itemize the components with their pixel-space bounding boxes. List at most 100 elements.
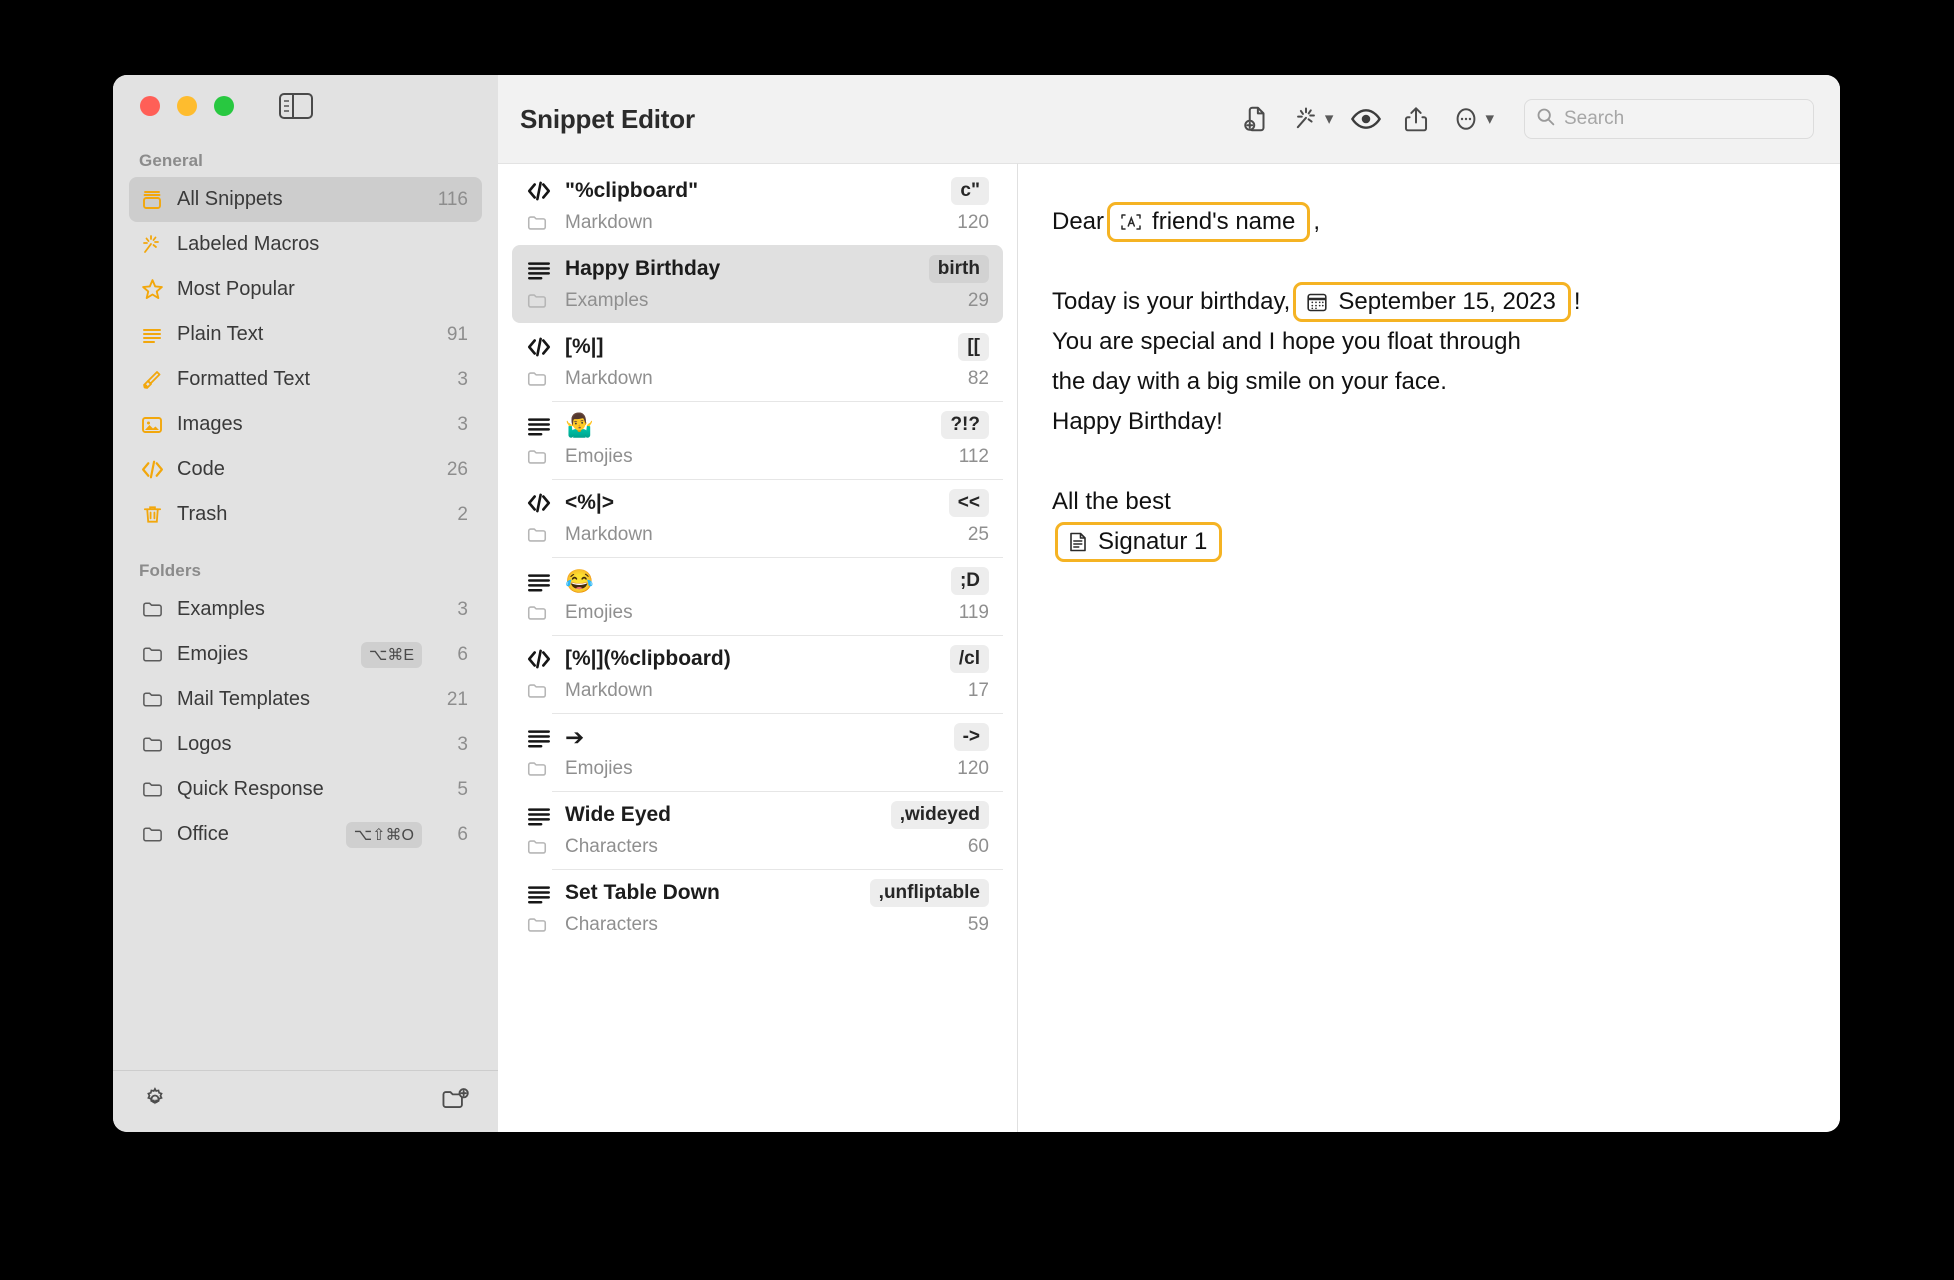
- close-button[interactable]: [140, 96, 160, 116]
- sidebar-item-labeled-macros[interactable]: Labeled Macros: [129, 222, 482, 267]
- snippet-list-item[interactable]: [%|][[Markdown82: [512, 323, 1003, 401]
- snippet-count: 82: [968, 368, 989, 390]
- sidebar-item-quick-response[interactable]: Quick Response 5: [129, 767, 482, 812]
- editor-line[interactable]: Dear friend's name,: [1052, 202, 1806, 242]
- snippet-list-item[interactable]: Happy BirthdaybirthExamples29: [512, 245, 1003, 323]
- list-divider: [552, 791, 1003, 792]
- plain-text-lines-icon: [139, 322, 165, 348]
- snippet-list-item[interactable]: Set Table Down,unfliptableCharacters59: [512, 869, 1003, 947]
- editor-placeholder-token[interactable]: September 15, 2023: [1293, 282, 1571, 322]
- snippet-title: 🤷‍♂️: [565, 412, 930, 439]
- window-controls: [113, 75, 498, 137]
- snippet-title: <%|>: [565, 491, 938, 515]
- editor-line[interactable]: the day with a big smile on your face.: [1052, 362, 1806, 402]
- minimize-button[interactable]: [177, 96, 197, 116]
- chevron-down-icon[interactable]: ▾: [1485, 109, 1494, 129]
- editor-text: You are special and I hope you float thr…: [1052, 322, 1521, 362]
- text-field-icon: [1119, 211, 1143, 233]
- sidebar-item-mail-templates[interactable]: Mail Templates 21: [129, 677, 482, 722]
- search-placeholder: Search: [1564, 108, 1624, 130]
- new-folder-icon[interactable]: [440, 1085, 470, 1118]
- snippet-list-item[interactable]: [%|](%clipboard)/clMarkdown17: [512, 635, 1003, 713]
- folder-icon: [139, 822, 165, 848]
- snippet-title: [%|](%clipboard): [565, 647, 939, 671]
- sidebar-item-images[interactable]: Images 3: [129, 402, 482, 447]
- code-icon: [139, 457, 165, 483]
- sidebar-list[interactable]: General All Snippets 116 Labeled Macros: [113, 137, 498, 1070]
- editor-placeholder-token[interactable]: friend's name: [1107, 202, 1310, 242]
- sidebar-item-code[interactable]: Code 26: [129, 447, 482, 492]
- share-icon[interactable]: [1391, 97, 1441, 141]
- sidebar-item-count: 3: [442, 414, 468, 436]
- sidebar-item-count: 2: [442, 504, 468, 526]
- snippet-abbreviation: /cl: [950, 645, 989, 673]
- sidebar-item-emojies[interactable]: Emojies ⌥⌘E 6: [129, 632, 482, 677]
- zoom-button[interactable]: [214, 96, 234, 116]
- sidebar-item-plain-text[interactable]: Plain Text 91: [129, 312, 482, 357]
- token-label: Signatur 1: [1098, 527, 1207, 557]
- sidebar-item-examples[interactable]: Examples 3: [129, 587, 482, 632]
- sidebar-item-office[interactable]: Office ⌥⇧⌘O 6: [129, 812, 482, 857]
- snippet-editor[interactable]: Dear friend's name, Today is your birthda…: [1018, 163, 1840, 1132]
- snippet-list-item[interactable]: "%clipboard"c"Markdown120: [512, 167, 1003, 245]
- code-icon: [526, 334, 554, 360]
- sidebar-item-count: 6: [442, 644, 468, 666]
- signature-document-icon: [1067, 530, 1089, 554]
- snippet-folder: Emojies: [565, 602, 948, 624]
- sidebar-item-logos[interactable]: Logos 3: [129, 722, 482, 767]
- sidebar-item-label: Most Popular: [177, 278, 430, 301]
- snippet-title: "%clipboard": [565, 179, 940, 203]
- sidebar-item-count: 3: [442, 734, 468, 756]
- snippet-list-item[interactable]: Wide Eyed,wideyedCharacters60: [512, 791, 1003, 869]
- snippet-folder: Markdown: [565, 212, 946, 234]
- list-divider: [552, 479, 1003, 480]
- sidebar-toggle-icon[interactable]: [279, 93, 313, 119]
- folder-icon: [139, 777, 165, 803]
- editor-line[interactable]: Today is your birthday, September 15, 20…: [1052, 282, 1806, 322]
- snippet-count: 17: [968, 680, 989, 702]
- snippet-list-item[interactable]: <%|><<Markdown25: [512, 479, 1003, 557]
- snippet-list-item[interactable]: ➔->Emojies120: [512, 713, 1003, 791]
- gear-icon[interactable]: [141, 1085, 169, 1118]
- sidebar-item-count: 91: [442, 324, 468, 346]
- snippet-folder: Emojies: [565, 446, 948, 468]
- preview-eye-icon[interactable]: [1341, 97, 1391, 141]
- sidebar: General All Snippets 116 Labeled Macros: [113, 75, 498, 1132]
- sidebar-footer: [113, 1070, 498, 1132]
- trash-icon: [139, 502, 165, 528]
- chevron-down-icon[interactable]: ▾: [1325, 109, 1334, 129]
- editor-line[interactable]: All the best: [1052, 482, 1806, 522]
- sidebar-item-most-popular[interactable]: Most Popular: [129, 267, 482, 312]
- snippet-abbreviation: [[: [958, 333, 989, 361]
- folder-icon: [526, 836, 554, 858]
- folder-icon: [526, 524, 554, 546]
- toolbar: Snippet Editor ▾: [498, 75, 1840, 163]
- paintbrush-icon: [139, 367, 165, 393]
- search-input[interactable]: Search: [1524, 99, 1814, 139]
- snippet-count: 60: [968, 836, 989, 858]
- image-icon: [139, 412, 165, 438]
- snippet-list[interactable]: "%clipboard"c"Markdown120Happy Birthdayb…: [498, 163, 1018, 1132]
- snippet-title: [%|]: [565, 335, 947, 359]
- editor-line[interactable]: You are special and I hope you float thr…: [1052, 322, 1806, 362]
- sidebar-item-formatted-text[interactable]: Formatted Text 3: [129, 357, 482, 402]
- sidebar-section-folders-title: Folders: [113, 537, 498, 587]
- folder-icon: [526, 212, 554, 234]
- editor-text: Dear: [1052, 202, 1104, 242]
- macro-sparkle-icon[interactable]: [1281, 97, 1331, 141]
- snippet-list-item[interactable]: 😂;DEmojies119: [512, 557, 1003, 635]
- plain-text-icon: [526, 412, 554, 438]
- sidebar-item-all-snippets[interactable]: All Snippets 116: [129, 177, 482, 222]
- code-icon: [526, 490, 554, 516]
- folder-icon: [139, 642, 165, 668]
- snippet-list-item[interactable]: 🤷‍♂️?!?Emojies112: [512, 401, 1003, 479]
- editor-placeholder-token[interactable]: Signatur 1: [1055, 522, 1222, 562]
- sidebar-item-count: 116: [438, 189, 468, 211]
- sidebar-item-trash[interactable]: Trash 2: [129, 492, 482, 537]
- page-title: Snippet Editor: [520, 104, 695, 135]
- editor-line[interactable]: Happy Birthday!: [1052, 402, 1806, 442]
- editor-line[interactable]: Signatur 1: [1052, 522, 1806, 562]
- new-snippet-icon[interactable]: [1231, 97, 1281, 141]
- snippet-title: Wide Eyed: [565, 803, 880, 827]
- more-options-icon[interactable]: [1441, 97, 1491, 141]
